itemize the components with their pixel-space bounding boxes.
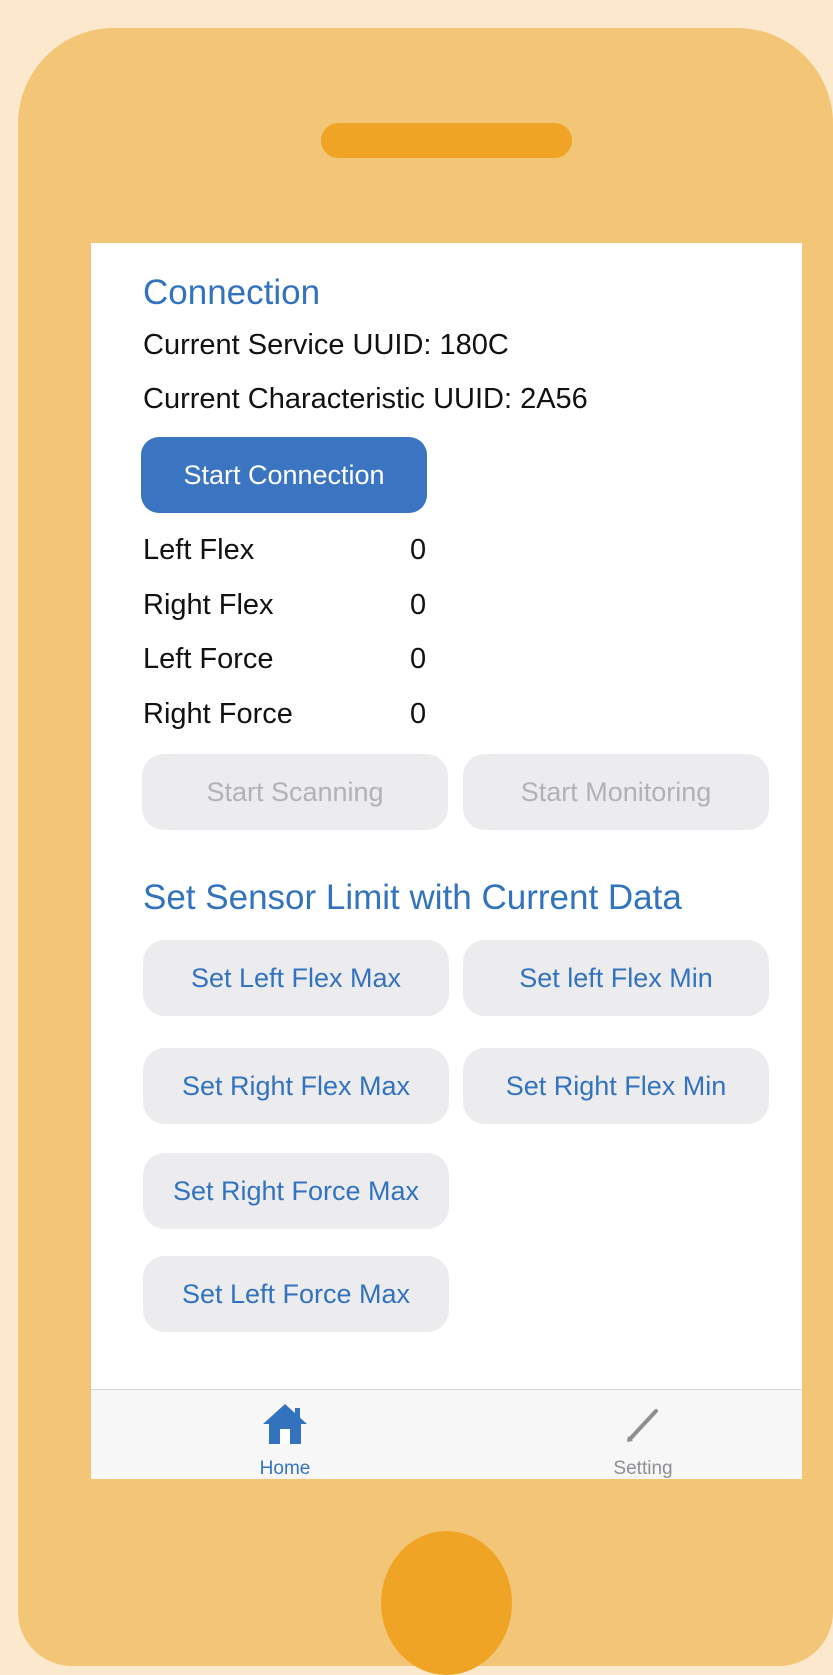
set-right-force-max-button[interactable]: Set Right Force Max bbox=[143, 1153, 449, 1229]
phone-speaker bbox=[321, 123, 572, 158]
left-force-label: Left Force bbox=[143, 643, 274, 675]
right-flex-label: Right Flex bbox=[143, 589, 274, 621]
start-connection-button[interactable]: Start Connection bbox=[141, 437, 427, 513]
connection-title: Connection bbox=[143, 273, 321, 312]
service-uuid-text: Current Service UUID: 180C bbox=[143, 329, 509, 361]
tab-home-label: Home bbox=[259, 1458, 311, 1479]
pencil-icon bbox=[627, 1409, 658, 1442]
set-right-flex-min-button[interactable]: Set Right Flex Min bbox=[463, 1048, 769, 1124]
sensor-limit-title: Set Sensor Limit with Current Data bbox=[143, 878, 682, 917]
right-flex-value: 0 bbox=[410, 589, 427, 621]
phone-home-button bbox=[381, 1531, 512, 1675]
set-right-flex-max-button[interactable]: Set Right Flex Max bbox=[143, 1048, 449, 1124]
right-force-value: 0 bbox=[410, 698, 427, 730]
app-screen: Connection Current Service UUID: 180C Cu… bbox=[91, 243, 802, 1479]
left-force-value: 0 bbox=[410, 643, 427, 675]
set-left-flex-max-button[interactable]: Set Left Flex Max bbox=[143, 940, 449, 1016]
left-flex-label: Left Flex bbox=[143, 534, 255, 566]
start-monitoring-button[interactable]: Start Monitoring bbox=[463, 754, 769, 830]
tab-setting-label: Setting bbox=[613, 1458, 673, 1479]
left-flex-value: 0 bbox=[410, 534, 427, 566]
phone-frame: Connection Current Service UUID: 180C Cu… bbox=[18, 28, 833, 1675]
tab-bar: Home Setting bbox=[91, 1389, 802, 1479]
tab-setting[interactable]: Setting bbox=[543, 1390, 743, 1479]
right-force-label: Right Force bbox=[143, 698, 293, 730]
set-left-force-max-button[interactable]: Set Left Force Max bbox=[143, 1256, 449, 1332]
characteristic-uuid-text: Current Characteristic UUID: 2A56 bbox=[143, 383, 588, 415]
tab-home[interactable]: Home bbox=[185, 1390, 385, 1479]
set-left-flex-min-button[interactable]: Set left Flex Min bbox=[463, 940, 769, 1016]
start-scanning-button[interactable]: Start Scanning bbox=[142, 754, 448, 830]
house-icon bbox=[263, 1404, 307, 1444]
